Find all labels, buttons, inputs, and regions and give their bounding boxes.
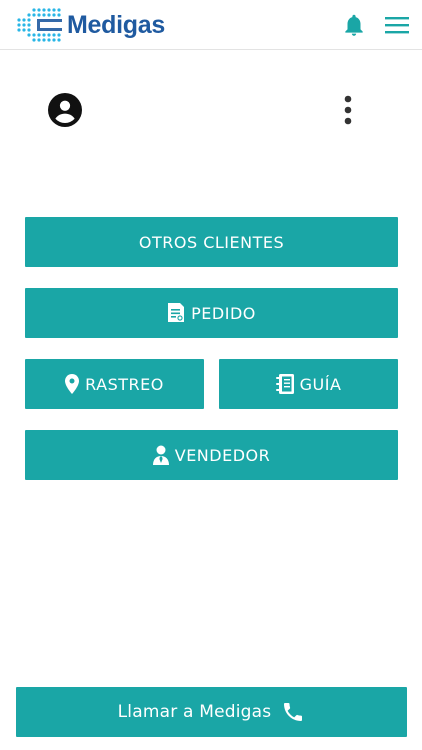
guia-button[interactable]: GUÍA (219, 359, 398, 409)
hamburger-menu-icon[interactable] (385, 14, 409, 36)
person-icon (152, 445, 169, 465)
pedido-button[interactable]: PEDIDO (25, 288, 398, 338)
otros-clientes-label: OTROS CLIENTES (138, 232, 285, 252)
guia-label: GUÍA (299, 374, 342, 394)
more-vert-icon[interactable] (337, 93, 359, 127)
otros-clientes-button[interactable]: OTROS CLIENTES (25, 217, 398, 267)
bell-icon[interactable] (341, 12, 367, 38)
llamar-medigas-label: Llamar a Medigas (117, 702, 272, 722)
map-pin-icon (65, 374, 80, 394)
phone-icon (284, 703, 303, 721)
rastreo-button[interactable]: RASTREO (25, 359, 204, 409)
medigas-logo[interactable]: Medigas (15, 6, 165, 44)
vendedor-label: VENDEDOR (174, 445, 271, 465)
logo-text: Medigas (67, 10, 165, 39)
llamar-medigas-button[interactable]: Llamar a Medigas (16, 687, 407, 737)
logo-mark-icon (17, 8, 62, 42)
account-circle-icon[interactable] (48, 93, 82, 127)
pedido-label: PEDIDO (191, 303, 256, 323)
notebook-icon (275, 374, 294, 394)
app-header: Medigas (0, 0, 422, 50)
document-icon (168, 303, 185, 322)
rastreo-label: RASTREO (85, 374, 164, 394)
vendedor-button[interactable]: VENDEDOR (25, 430, 398, 480)
